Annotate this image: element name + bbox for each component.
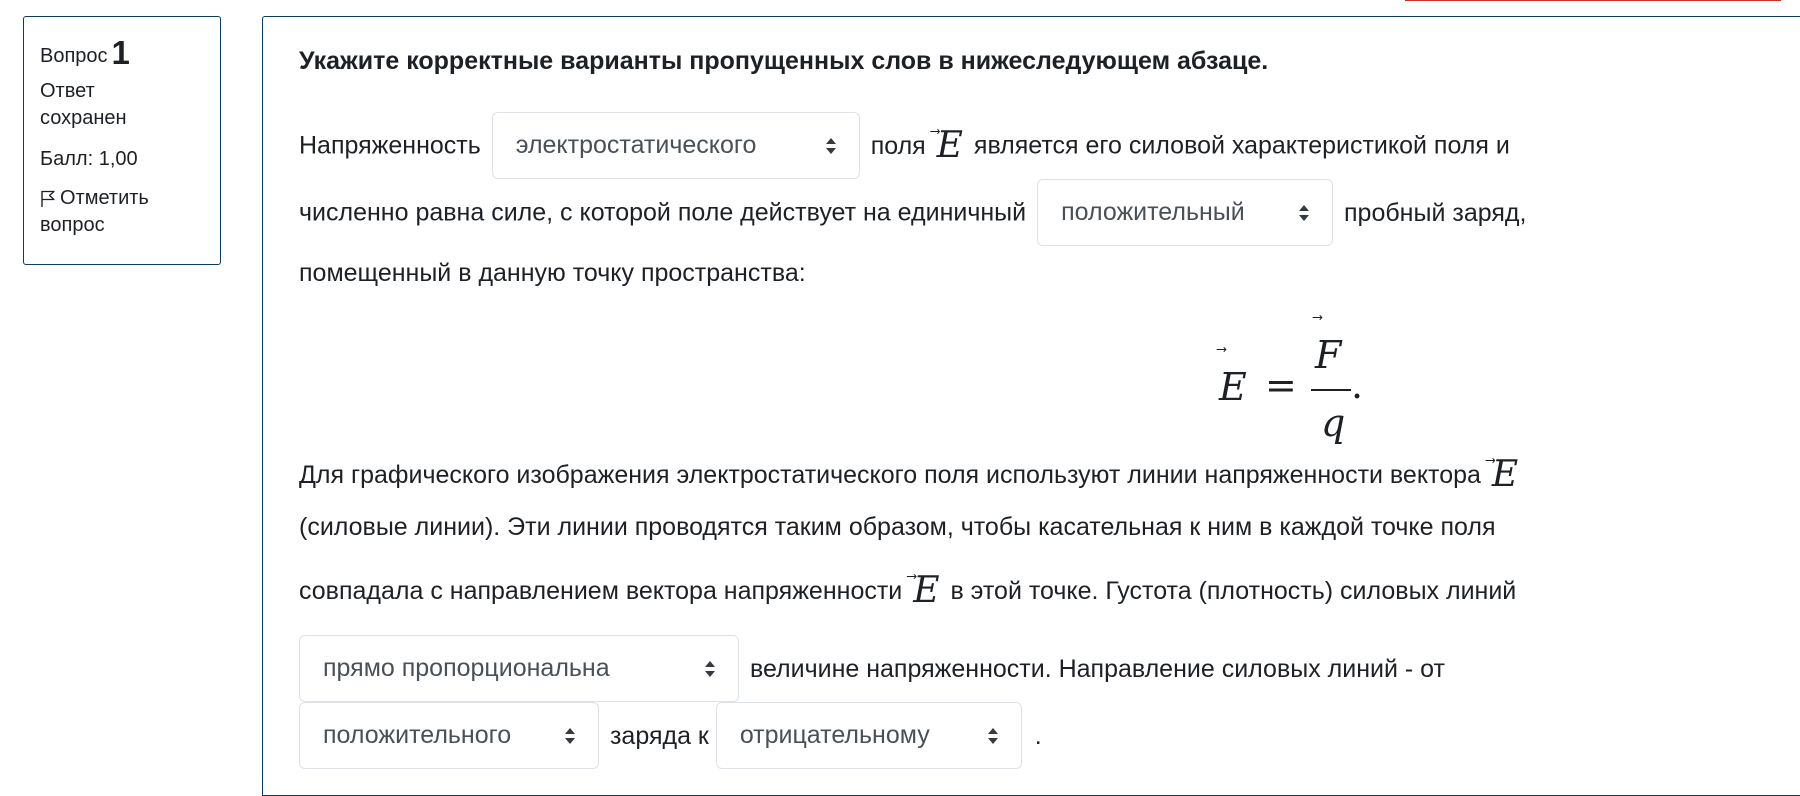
- text-segment: пробный заряд,: [1344, 198, 1527, 227]
- paragraph2-line3: совпадала с направлением вектора напряже…: [299, 573, 1516, 609]
- select-arrows-icon: [987, 728, 998, 744]
- state-line-2: сохранен: [40, 107, 127, 129]
- text-segment: величине напряженности. Направление сило…: [749, 654, 1445, 683]
- select-arrows-icon: [825, 138, 836, 154]
- paragraph1-line3: помещенный в данную точку пространства:: [299, 259, 806, 287]
- text-segment: совпадала с направлением вектора напряже…: [299, 577, 903, 605]
- question-label: Вопрос: [40, 45, 108, 67]
- question-info-panel: Вопрос 1 Ответ сохранен Балл: 1,00 Отмети…: [23, 16, 221, 265]
- flag-question-link[interactable]: Отметить вопрос: [40, 185, 204, 239]
- text-segment: является его силовой характеристикой пол…: [973, 131, 1510, 160]
- select-value: прямо пропорциональна: [323, 654, 610, 682]
- select-value: электростатического: [515, 131, 757, 159]
- select-arrows-icon: [705, 661, 715, 677]
- select-value: положительный: [1061, 198, 1245, 226]
- question-instruction: Укажите корректные варианты пропущенных …: [299, 47, 1269, 75]
- text-segment: в этой точке. Густота (плотность) силовы…: [950, 577, 1517, 605]
- formula-denominator: q: [1321, 401, 1346, 445]
- flag-icon[interactable]: [40, 190, 56, 208]
- text-segment: Для графического изображения электростат…: [299, 461, 1481, 489]
- select-charge-to[interactable]: отрицательному: [715, 702, 1022, 769]
- formula-period: .: [1351, 363, 1364, 407]
- select-charge-type[interactable]: положительный: [1037, 179, 1334, 246]
- question-content: Укажите корректные варианты пропущенных …: [262, 16, 1800, 796]
- flag-label-2[interactable]: вопрос: [40, 212, 204, 239]
- question-grade: Балл: 1,00: [40, 148, 138, 170]
- paragraph2-line2: (силовые линии). Эти линии проводятся та…: [299, 513, 1496, 541]
- select-arrows-icon: [565, 728, 575, 744]
- text-segment: численно равна силе, с которой поле дейс…: [299, 198, 1027, 227]
- vector-e-symbol: ⃗E: [913, 570, 940, 611]
- select-field-type[interactable]: электростатического: [491, 112, 860, 179]
- vector-e-symbol: ⃗E: [936, 124, 963, 166]
- select-charge-from[interactable]: положительного: [299, 702, 599, 769]
- formula-e-equals-f-over-q: ⃗E = ⃗F q .: [1219, 333, 1379, 445]
- formula-lhs: ⃗E: [1219, 365, 1247, 409]
- paragraph2-line4: прямо пропорциональна величине напряженн…: [299, 635, 1445, 702]
- state-line-1: Ответ: [40, 80, 95, 102]
- vector-e-symbol: ⃗E: [1491, 454, 1519, 495]
- formula-equals: =: [1265, 363, 1297, 407]
- select-value: отрицательному: [739, 721, 930, 749]
- formula-numerator: ⃗F: [1315, 333, 1342, 377]
- formula-fraction-bar: [1311, 389, 1351, 391]
- flag-label-1[interactable]: Отметить: [60, 187, 149, 209]
- question-number: 1: [111, 34, 130, 71]
- question-number-heading: Вопрос 1: [40, 35, 204, 74]
- text-segment: заряда к: [609, 721, 709, 750]
- text-segment: поля: [870, 131, 926, 160]
- paragraph2-line5: положительного заряда к отрицательному .: [299, 702, 1042, 769]
- text-segment: Напряженность: [299, 131, 481, 160]
- top-bar-edge: [1405, 0, 1781, 1]
- paragraph1-line2: численно равна силе, с которой поле дейс…: [299, 179, 1526, 246]
- text-segment: .: [1034, 721, 1042, 750]
- paragraph1-line1: Напряженность электростатического поля ⃗…: [299, 112, 1510, 179]
- select-value: положительного: [323, 721, 512, 749]
- select-proportionality[interactable]: прямо пропорциональна: [299, 635, 739, 702]
- question-state: Ответ сохранен: [40, 78, 204, 132]
- select-arrows-icon: [1299, 205, 1310, 221]
- paragraph2-line1: Для графического изображения электростат…: [299, 457, 1522, 493]
